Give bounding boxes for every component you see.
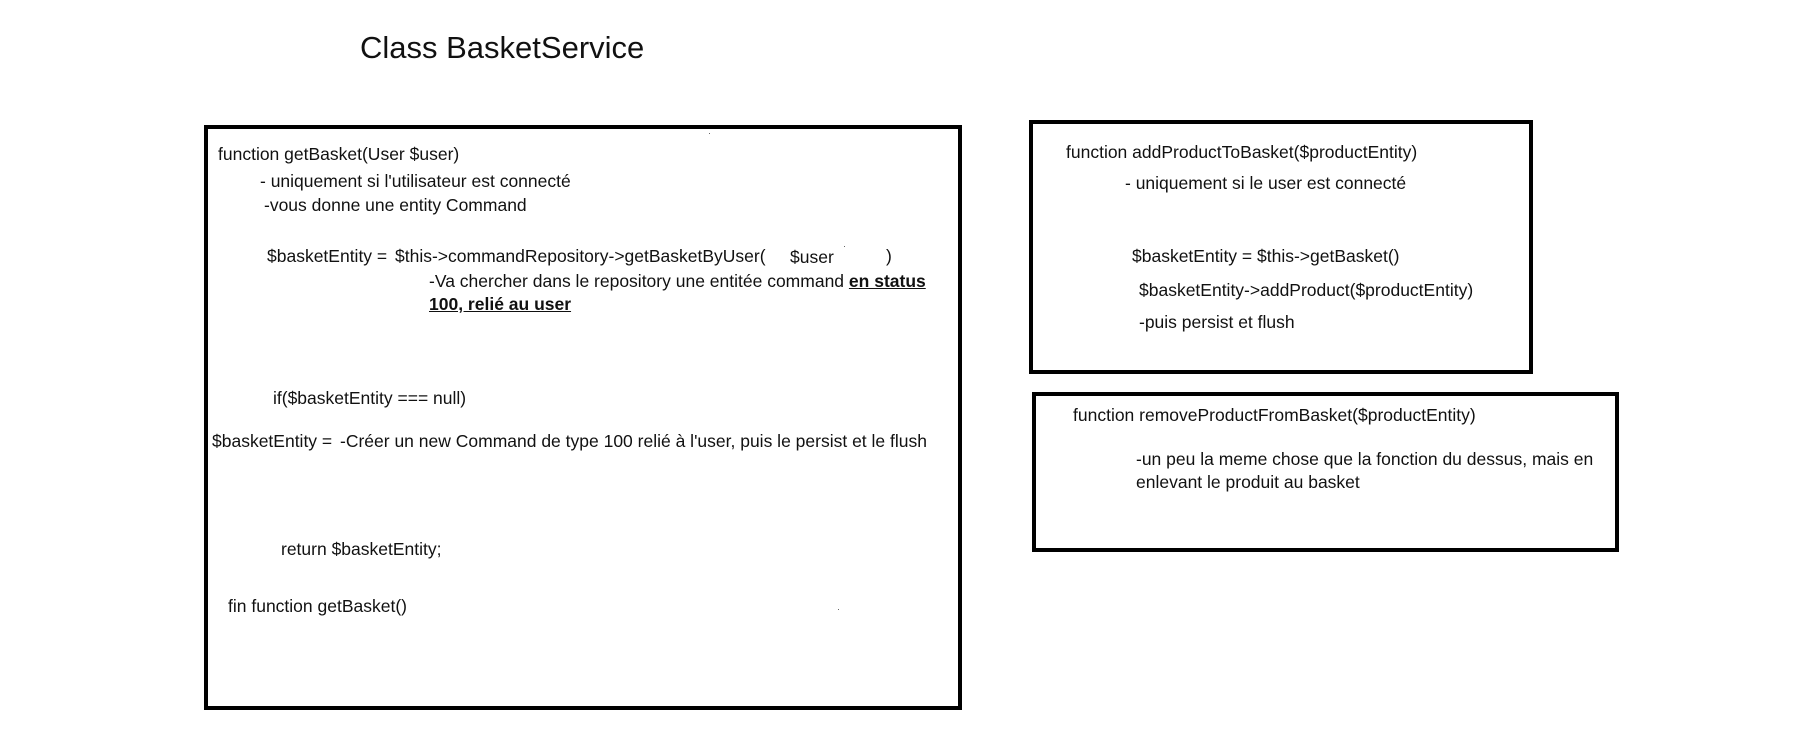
repo-note-text: -Va chercher dans le repository une enti…: [429, 271, 845, 291]
create-note: -Créer un new Command de type 100 relié …: [340, 431, 927, 451]
stray-dot: [844, 246, 845, 247]
get-basket-note-returns: -vous donne une entity Command: [264, 195, 527, 215]
if-line: if($basketEntity === null): [273, 388, 467, 408]
add-product-signature: function addProductToBasket($productEnti…: [1066, 142, 1418, 162]
assign-arg: $user: [790, 247, 834, 267]
remove-product-signature: function removeProductFromBasket($produc…: [1073, 405, 1476, 425]
end-line: fin function getBasket(): [228, 596, 407, 616]
assign-call: $this->commandRepository->getBasketByUse…: [395, 246, 766, 266]
assign-lhs: $basketEntity =: [267, 246, 388, 266]
create-lhs: $basketEntity =: [212, 431, 333, 451]
get-basket-note-connected: - uniquement si l'utilisateur est connec…: [260, 171, 571, 191]
remove-product-note: -un peu la meme chose que la fonction du…: [1136, 449, 1594, 492]
repo-note: -Va chercher dans le repository une enti…: [429, 270, 929, 316]
get-basket-signature: function getBasket(User $user): [218, 144, 460, 164]
add-product-line-add: $basketEntity->addProduct($productEntity…: [1139, 280, 1474, 300]
assign-close: ): [886, 246, 892, 266]
diagram-title: Class BasketService: [360, 30, 645, 65]
remove-product-box: function removeProductFromBasket($produc…: [1032, 392, 1619, 552]
stray-dot: [709, 133, 710, 134]
return-line: return $basketEntity;: [281, 539, 442, 559]
add-product-line-get: $basketEntity = $this->getBasket(): [1132, 246, 1400, 266]
add-product-box: function addProductToBasket($productEnti…: [1029, 120, 1533, 374]
add-product-line-persist: -puis persist et flush: [1139, 312, 1295, 332]
add-product-note-connected: - uniquement si le user est connecté: [1125, 173, 1407, 193]
stray-dot: [838, 609, 839, 610]
get-basket-box: function getBasket(User $user) - uniquem…: [204, 125, 962, 710]
